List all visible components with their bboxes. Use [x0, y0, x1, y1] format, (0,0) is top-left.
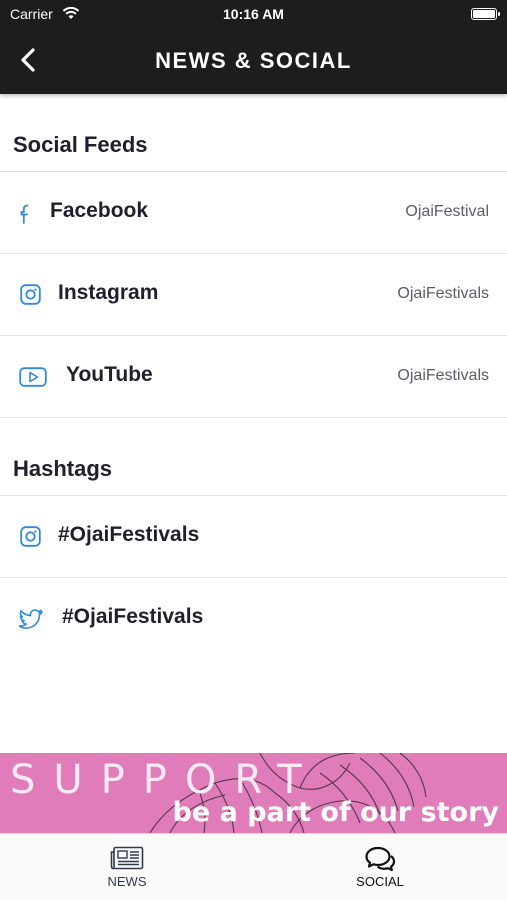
instagram-icon — [20, 284, 41, 305]
row-label: #OjaiFestivals — [58, 523, 200, 546]
row-handle: OjaiFestivals — [397, 367, 489, 384]
twitter-icon — [19, 609, 43, 629]
tab-social[interactable]: SOCIAL — [310, 834, 450, 894]
status-bar: Carrier 10:16 AM — [0, 0, 507, 28]
support-banner[interactable]: SUPPORT be a part of our story — [0, 753, 507, 833]
row-label: Instagram — [58, 281, 159, 304]
row-handle: OjaiFestivals — [397, 285, 489, 302]
instagram-icon — [20, 526, 41, 547]
row-handle: OjaiFestival — [405, 203, 489, 220]
social-feed-row-instagram[interactable]: Instagram OjaiFestivals — [0, 253, 507, 335]
divider — [0, 417, 507, 418]
row-label: #OjaiFestivals — [62, 605, 204, 628]
navigation-bar: NEWS & SOCIAL — [0, 28, 507, 94]
tab-news-label: NEWS — [107, 874, 147, 889]
social-feed-row-facebook[interactable]: Facebook OjaiFestival — [0, 171, 507, 253]
hashtag-row-twitter[interactable]: #OjaiFestivals — [0, 577, 507, 659]
clock: 10:16 AM — [223, 6, 284, 22]
hashtag-row-instagram[interactable]: #OjaiFestivals — [0, 495, 507, 577]
hashtags-header: Hashtags — [13, 456, 113, 481]
social-feeds-header: Social Feeds — [13, 132, 148, 157]
social-feed-row-youtube[interactable]: YouTube OjaiFestivals — [0, 335, 507, 417]
battery-icon — [471, 8, 500, 20]
page-title: NEWS & SOCIAL — [155, 48, 352, 73]
row-label: YouTube — [66, 363, 153, 386]
newspaper-icon — [110, 846, 144, 870]
row-label: Facebook — [50, 199, 149, 222]
tab-bar: NEWS SOCIAL — [0, 833, 507, 900]
youtube-icon — [19, 367, 47, 387]
tab-news[interactable]: NEWS — [57, 834, 197, 894]
tab-social-label: SOCIAL — [356, 874, 404, 889]
banner-tagline: be a part of our story — [172, 797, 499, 828]
facebook-icon — [20, 204, 29, 224]
chat-bubbles-icon — [365, 846, 396, 872]
